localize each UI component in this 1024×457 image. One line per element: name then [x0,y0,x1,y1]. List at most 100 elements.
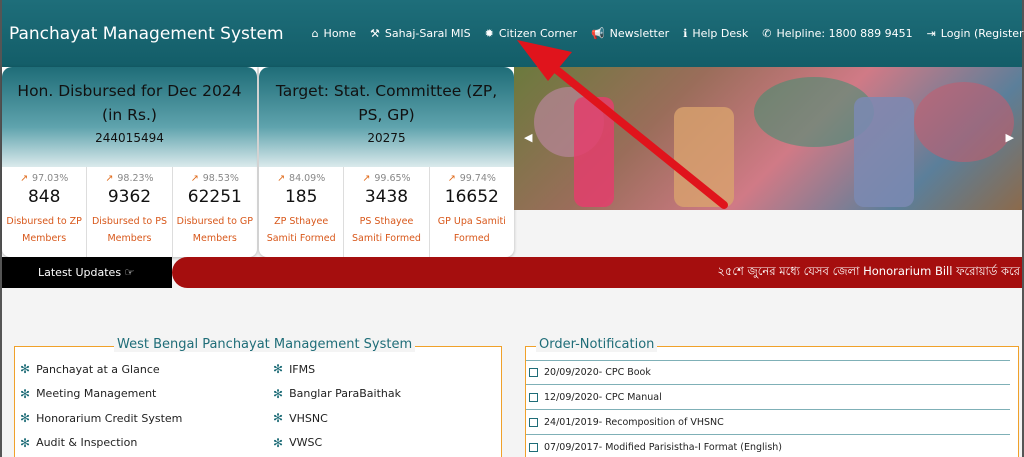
stat-label[interactable]: Disbursed to GP Members [173,213,257,247]
stat-label[interactable]: Disbursed to PS Members [87,213,171,247]
nav-citizen-corner[interactable]: ✹ Citizen Corner [485,27,577,40]
stat-percent: 97.03% [32,173,69,184]
order-item[interactable]: 20/09/2020- CPC Book [526,361,1010,385]
nav-label: Sahaj-Saral MIS [384,27,471,40]
card-value: 244015494 [95,131,164,145]
menu-banglar-parabaithak[interactable]: ✻ Banglar ParaBaithak [273,382,401,407]
photo-area [914,82,1014,162]
ticker-text[interactable]: ২৫শে জুনের মধ্যে যেসব জেলা Honorarium Bi… [717,263,1020,282]
card-value: 20275 [367,131,406,145]
home-icon: ⌂ [311,27,319,40]
trend-up-icon: ↗ [105,173,114,184]
order-label: 07/09/2017- Modified Parisistha-I Format… [544,442,782,453]
stat-row: ↗ 84.09% 185 ZP Sthayee Samiti Formed ↗ 99… [259,167,514,257]
stat-number: 185 [284,187,318,207]
menu-vwsc[interactable]: ✻ VWSC [273,431,401,456]
asterisk-icon: ✻ [273,435,284,450]
document-icon [529,368,538,377]
menu-label: VHSNC [289,411,328,425]
asterisk-icon: ✻ [20,386,31,401]
trend-up-icon: ↗ [20,173,29,184]
stat-label[interactable]: ZP Sthayee Samiti Formed [259,213,343,247]
stat-number: 3438 [364,187,409,207]
photo-slider[interactable]: ◀ ▶ [514,67,1022,210]
trend-up-icon: ↗ [362,173,371,184]
stat-percent: 98.23% [117,173,154,184]
menu-panchayat-at-a-glance[interactable]: ✻ Panchayat at a Glance [20,357,182,382]
menu-label: VWSC [289,436,323,450]
order-label: 12/09/2020- CPC Manual [544,392,662,403]
trend-up-icon: ↗ [447,173,456,184]
order-item[interactable]: 12/09/2020- CPC Manual [526,386,1010,410]
asterisk-icon: ✻ [273,411,284,426]
order-label: 20/09/2020- CPC Book [544,367,651,378]
menu-label: Meeting Management [36,387,157,401]
wbpms-right-list: ✻ IFMS ✻ Banglar ParaBaithak ✻ VHSNC ✻ VWSC [273,357,401,455]
order-item[interactable]: 24/01/2019- Recomposition of VHSNC [526,411,1010,435]
menu-ifms[interactable]: ✻ IFMS [273,357,401,382]
slider-next-icon[interactable]: ▶ [1006,131,1014,144]
nav-help-desk[interactable]: ℹ Help Desk [683,27,748,40]
nav-label: Home [323,27,357,40]
honorarium-card: Hon. Disbursed for Dec 2024 (in Rs.) 244… [2,67,257,257]
order-item[interactable]: 07/09/2017- Modified Parisistha-I Format… [526,436,1010,457]
nav-label: Citizen Corner [498,27,577,40]
gavel-icon: ⚒ [370,27,380,40]
news-ticker[interactable]: ২৫শে জুনের মধ্যে যেসব জেলা Honorarium Bi… [172,257,1022,288]
nav-newsletter[interactable]: 📢 Newsletter [591,27,669,40]
card-title: Target: Stat. Committee (ZP, PS, GP) [275,82,498,124]
stat-percent: 99.65% [374,173,411,184]
menu-label: IFMS [289,362,316,376]
stat-ps-samiti: ↗ 99.65% 3438 PS Sthayee Samiti Formed [344,167,430,257]
panel-title: Order-Notification [536,337,658,352]
menu-meeting-management[interactable]: ✻ Meeting Management [20,382,182,407]
nav-label: Login (Registered User) [940,27,1024,40]
photo-area [574,97,614,207]
nav-home[interactable]: ⌂ Home [312,27,356,40]
trend-up-icon: ↗ [190,173,199,184]
site-brand[interactable]: Panchayat Management System [9,24,284,44]
menu-honorarium-credit-system[interactable]: ✻ Honorarium Credit System [20,406,182,431]
latest-updates-label: Latest Updates ☞ [2,257,172,288]
stat-row: ↗ 97.03% 848 Disbursed to ZP Members ↗ 98.… [2,167,257,257]
asterisk-icon: ✻ [273,386,284,401]
stat-zp-samiti: ↗ 84.09% 185 ZP Sthayee Samiti Formed [259,167,345,257]
menu-vhsnc[interactable]: ✻ VHSNC [273,406,401,431]
nav-login[interactable]: ⇥ Login (Registered User) [927,27,1024,40]
document-icon [529,418,538,427]
asterisk-icon: ✻ [20,435,31,450]
stat-number: 16652 [444,187,499,207]
wbpms-left-list: ✻ Panchayat at a Glance ✻ Meeting Manageme… [20,357,182,455]
menu-audit-inspection[interactable]: ✻ Audit & Inspection [20,431,182,456]
document-icon [529,393,538,402]
order-notification-panel: Order-Notification 20/09/2020- CPC Book … [525,337,1019,457]
order-label: 24/01/2019- Recomposition of VHSNC [544,417,724,428]
menu-label: Honorarium Credit System [36,411,183,425]
main-nav: ⌂ Home ⚒ Sahaj-Saral MIS ✹ Citizen Corne… [312,27,1024,40]
stat-zp-disbursed: ↗ 97.03% 848 Disbursed to ZP Members [2,167,88,257]
stat-number: 848 [27,187,61,207]
stat-label[interactable]: Disbursed to ZP Members [2,213,86,247]
photo-area [674,107,734,207]
asterisk-icon: ✻ [20,362,31,377]
nav-sahaj-saral-mis[interactable]: ⚒ Sahaj-Saral MIS [370,27,471,40]
stat-gp-upa-samiti: ↗ 99.74% 16652 GP Upa Samiti Formed [430,167,514,257]
stat-label[interactable]: PS Sthayee Samiti Formed [344,213,428,247]
login-icon: ⇥ [926,27,936,40]
nav-label: Newsletter [609,27,670,40]
panel-title: West Bengal Panchayat Management System [114,337,416,352]
slider-prev-icon[interactable]: ◀ [524,131,532,144]
card-header: Target: Stat. Committee (ZP, PS, GP) 202… [259,67,514,167]
phone-icon: ✆ [762,27,772,40]
trend-up-icon: ↗ [277,173,286,184]
asterisk-icon: ✻ [20,411,31,426]
menu-label: Panchayat at a Glance [36,362,160,376]
asterisk-icon: ✻ [273,362,284,377]
nav-label: Helpline: 1800 889 9451 [776,27,913,40]
stat-ps-disbursed: ↗ 98.23% 9362 Disbursed to PS Members [87,167,173,257]
stat-label[interactable]: GP Upa Samiti Formed [430,213,514,247]
stat-gp-disbursed: ↗ 98.53% 62251 Disbursed to GP Members [173,167,257,257]
nav-helpline[interactable]: ✆ Helpline: 1800 889 9451 [762,27,912,40]
menu-label: Banglar ParaBaithak [289,387,402,401]
wbpms-panel: West Bengal Panchayat Management System … [14,337,502,457]
